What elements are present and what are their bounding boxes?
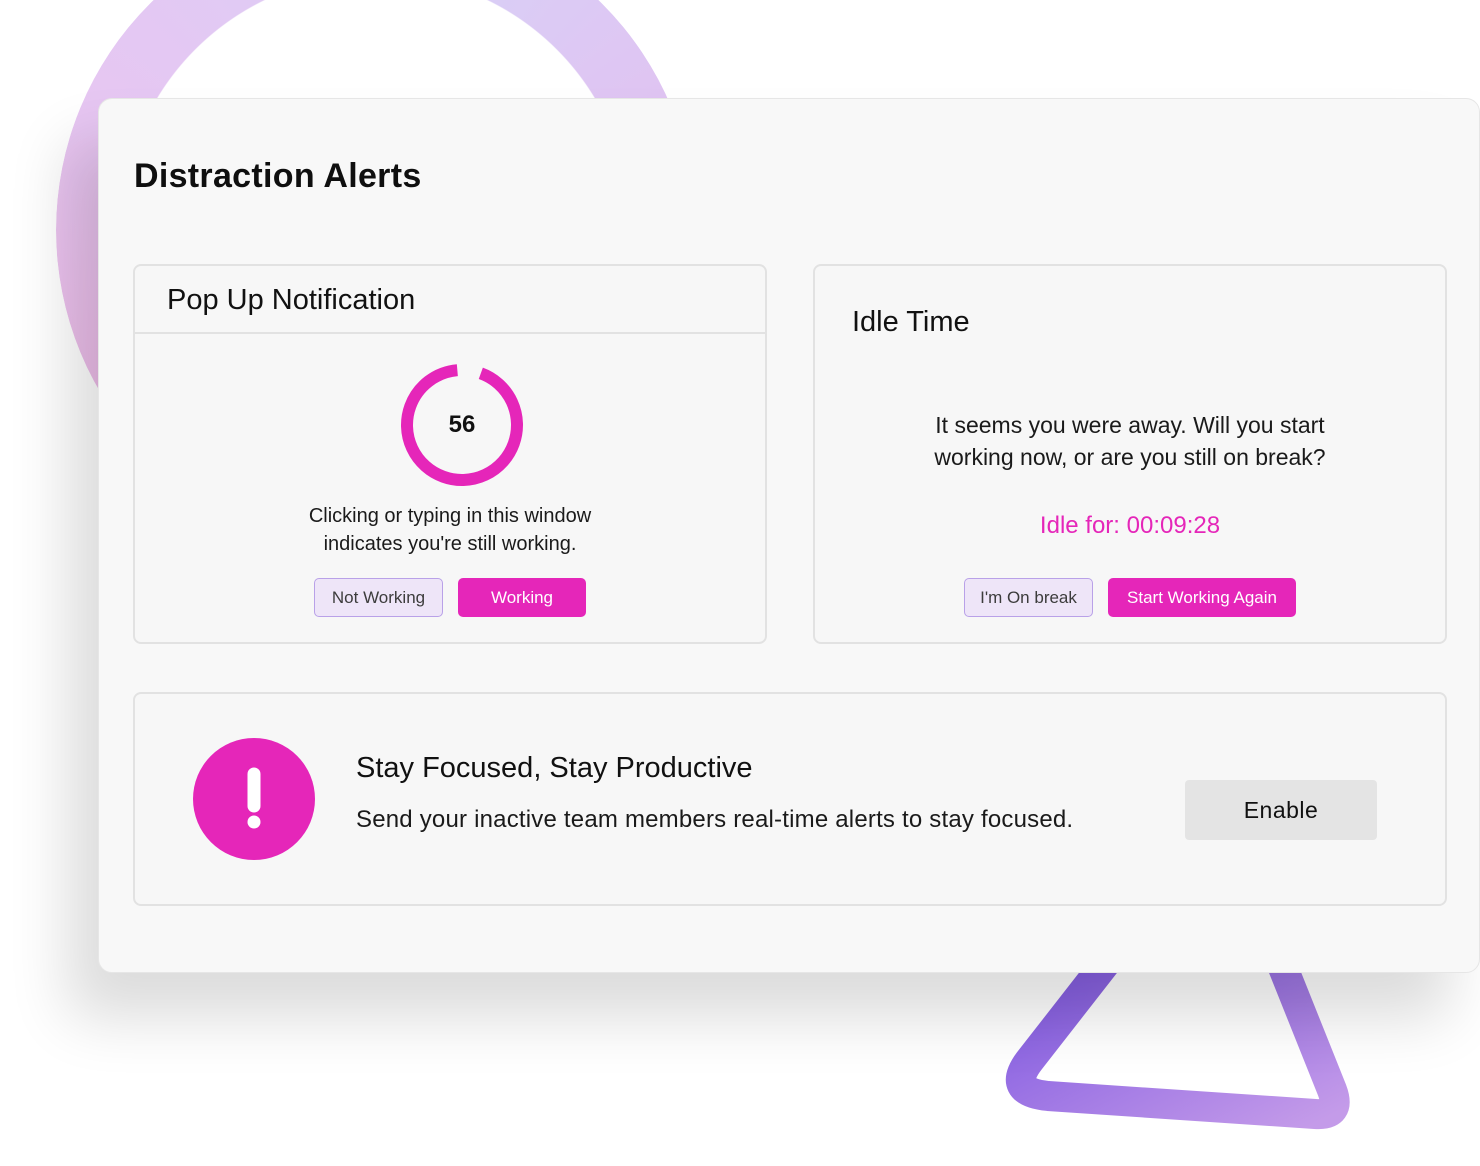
popup-notification-title: Pop Up Notification [135,266,765,334]
idle-time-title: Idle Time [852,306,970,338]
stay-focused-title: Stay Focused, Stay Productive [356,752,753,784]
countdown-value: 56 [448,411,476,438]
idle-message: It seems you were away. Will you start w… [934,412,1326,470]
enable-button[interactable]: Enable [1185,780,1377,840]
popup-notification-panel: Pop Up Notification 56 Clicking or typin… [133,264,767,644]
on-break-button[interactable]: I'm On break [964,578,1093,617]
idle-timer: Idle for: 00:09:28 [1039,512,1221,539]
popup-button-row: Not Working Working [135,578,765,617]
working-button[interactable]: Working [458,578,586,617]
idle-time-panel: Idle Time It seems you were away. Will y… [813,264,1447,644]
idle-button-row: I'm On break Start Working Again [815,578,1445,617]
distraction-alerts-card: Distraction Alerts Pop Up Notification 5… [98,98,1480,973]
start-working-again-button[interactable]: Start Working Again [1108,578,1296,617]
page-title: Distraction Alerts [134,157,422,195]
stay-focused-panel: Stay Focused, Stay Productive Send your … [133,692,1447,906]
stay-focused-description: Send your inactive team members real-tim… [356,806,1074,833]
countdown-timer: 56 [399,362,525,488]
not-working-button[interactable]: Not Working [314,578,443,617]
popup-message: Clicking or typing in this window indica… [308,505,592,555]
exclamation-icon [193,738,315,860]
